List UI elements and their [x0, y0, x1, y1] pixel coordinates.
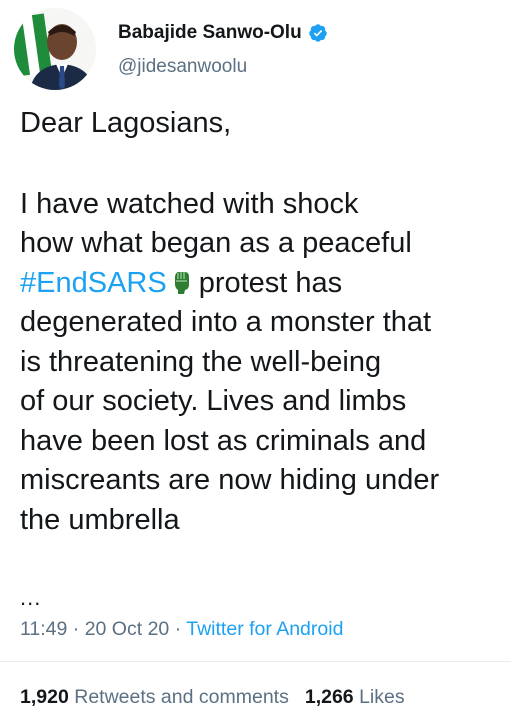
meta-separator: · — [72, 618, 80, 640]
hashtag-link[interactable]: #EndSARS — [20, 267, 167, 299]
author-name-row[interactable]: Babajide Sanwo-Olu — [118, 22, 328, 44]
tweet-truncation-ellipsis[interactable]: ... — [20, 585, 41, 611]
tweet-time[interactable]: 11:49 — [20, 618, 67, 640]
likes-label: Likes — [359, 686, 405, 708]
tweet-meta: 11:49 · 20 Oct 20 · Twitter for Android — [20, 618, 343, 641]
tweet-line-with-hashtag: #EndSARS protest has — [20, 264, 505, 304]
tweet-header: Babajide Sanwo-Olu @jidesanwoolu — [14, 8, 494, 90]
tweet-line: I have watched with shock — [20, 187, 359, 220]
tweet-line: how what began as a peaceful — [20, 227, 412, 259]
likes-count: 1,266 — [304, 686, 354, 708]
tweet-line: of our society. Lives and limbs — [20, 385, 407, 417]
avatar[interactable] — [14, 8, 96, 90]
likes-stat[interactable]: 1,266 Likes — [305, 686, 405, 708]
tweet-line: miscreants are now hiding under — [20, 464, 440, 496]
tweet-line: degenerated into a monster that — [20, 306, 432, 338]
tweet-source-link[interactable]: Twitter for Android — [186, 618, 343, 640]
tweet-line-rest: protest has — [198, 266, 343, 299]
tweet-line: the umbrella — [20, 503, 180, 536]
profile-photo-icon — [14, 8, 96, 90]
tweet-date[interactable]: 20 Oct 20 — [85, 618, 170, 640]
tweet-greeting: Dear Lagosians, — [20, 107, 232, 139]
verified-badge-icon — [308, 23, 328, 43]
meta-separator: · — [174, 618, 182, 640]
divider — [0, 661, 511, 662]
tweet-line: have been lost as criminals and — [20, 424, 427, 457]
retweets-label: Retweets and comments — [74, 686, 289, 708]
raised-fist-emoji-icon — [171, 267, 193, 295]
author-handle[interactable]: @jidesanwoolu — [118, 56, 247, 78]
author-display-name[interactable]: Babajide Sanwo-Olu — [118, 22, 302, 44]
retweets-count: 1,920 — [20, 686, 69, 708]
retweets-stat[interactable]: 1,920 Retweets and comments — [20, 686, 289, 708]
tweet-stats: 1,920 Retweets and comments 1,266 Likes — [20, 686, 405, 709]
tweet-line: is threatening the well-being — [20, 345, 382, 378]
tweet-body: Dear Lagosians, I have watched with shoc… — [20, 104, 505, 540]
